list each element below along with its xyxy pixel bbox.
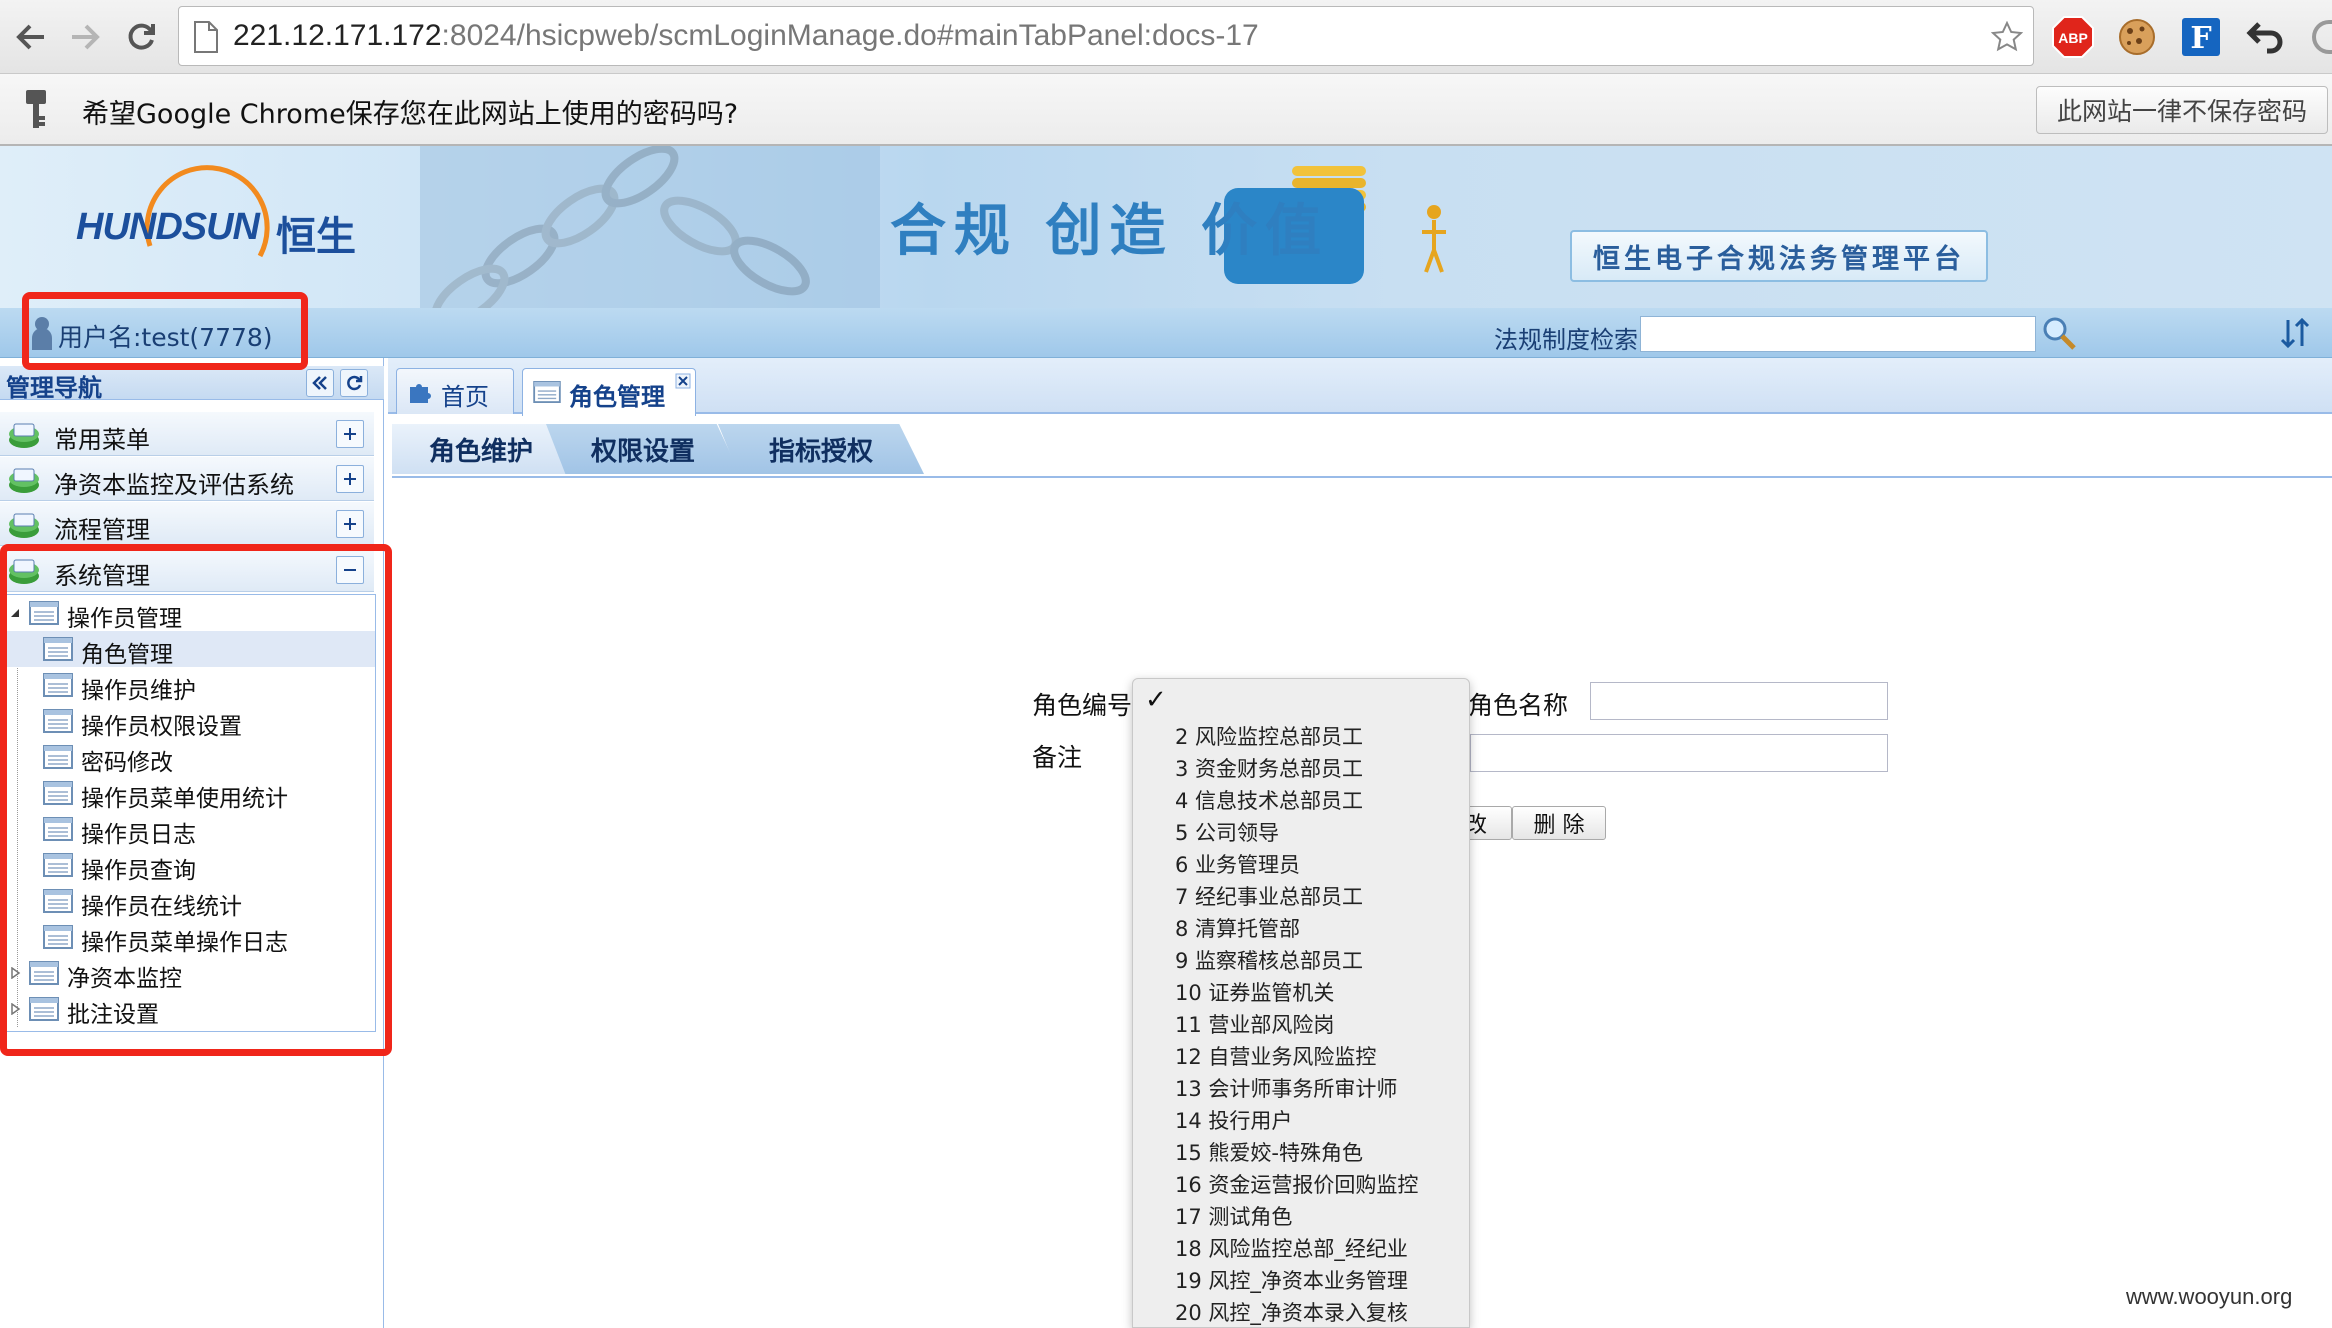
role-name-label: 角色名称 bbox=[1468, 691, 1569, 720]
refresh-icon bbox=[347, 375, 363, 391]
user-bar: 用户名:test(7778) 法规制度检索 bbox=[0, 308, 2332, 358]
folder-db-icon bbox=[9, 468, 39, 493]
subtab-permission-settings[interactable]: 权限设置 bbox=[546, 424, 740, 474]
sort-toggle-icon[interactable] bbox=[2278, 316, 2312, 350]
cookie-icon bbox=[2119, 19, 2155, 55]
nav-section-process[interactable]: 流程管理 bbox=[0, 502, 374, 546]
cookie-extension[interactable] bbox=[2114, 14, 2160, 60]
note-input[interactable] bbox=[1470, 734, 1888, 772]
back-arrow-icon bbox=[16, 24, 44, 50]
dropdown-option[interactable]: 2 风险监控总部员工 bbox=[1175, 721, 1363, 751]
undo-icon bbox=[2246, 22, 2283, 54]
refresh-nav-button[interactable] bbox=[340, 369, 368, 397]
nav-section-common-menu[interactable]: 常用菜单 bbox=[0, 412, 374, 456]
tab-home[interactable]: 首页 bbox=[396, 368, 514, 414]
dropdown-option[interactable]: 8 清算托管部 bbox=[1175, 913, 1300, 943]
folder-db-icon bbox=[9, 513, 39, 538]
subtab-indicator-authorization[interactable]: 指标授权 bbox=[718, 424, 924, 474]
page-icon bbox=[194, 21, 218, 53]
law-search-label: 法规制度检索 bbox=[1494, 326, 1638, 354]
url-path: :8024/hsicpweb/scmLoginManage.do#mainTab… bbox=[441, 19, 1259, 52]
role-id-label: 角色编号 bbox=[1032, 691, 1133, 720]
dropdown-option[interactable]: 11 营业部风险岗 bbox=[1175, 1009, 1334, 1039]
dropdown-option[interactable]: 15 熊爱姣-特殊角色 bbox=[1175, 1137, 1363, 1167]
app-banner: HUNDSUN 恒生 合规 创造 价值 恒生电子合规法务管理平台 bbox=[0, 146, 2332, 308]
watermark: www.wooyun.org bbox=[2126, 1284, 2293, 1309]
dropdown-option[interactable]: 13 会计师事务所审计师 bbox=[1175, 1073, 1397, 1103]
infobar-message: 希望Google Chrome保存您在此网站上使用的密码吗? bbox=[82, 99, 739, 130]
hundsun-logo: HUNDSUN bbox=[76, 206, 260, 248]
sub-tab-strip: 角色维护 权限设置 指标授权 bbox=[392, 424, 2332, 476]
dropdown-option[interactable]: 12 自营业务风险监控 bbox=[1175, 1041, 1376, 1071]
menu-icon[interactable] bbox=[2312, 20, 2332, 54]
hundsun-logo-cn: 恒生 bbox=[276, 214, 356, 260]
annotation-box-username bbox=[22, 292, 308, 370]
dropdown-option[interactable]: 3 资金财务总部员工 bbox=[1175, 753, 1363, 783]
main-tab-strip: 首页 角色管理 bbox=[388, 358, 2332, 416]
url-text: 221.12.171.172:8024/hsicpweb/scmLoginMan… bbox=[233, 19, 1259, 53]
dropdown-option[interactable]: 4 信息技术总部员工 bbox=[1175, 785, 1363, 815]
dropdown-option[interactable]: 20 风控_净资本录入复核 bbox=[1175, 1297, 1408, 1327]
platform-title: 恒生电子合规法务管理平台 bbox=[1570, 230, 1988, 282]
nav-header: 管理导航 bbox=[0, 366, 384, 402]
url-host: 221.12.171.172 bbox=[233, 19, 442, 52]
dropdown-option[interactable]: 10 证券监管机关 bbox=[1175, 977, 1334, 1007]
dropdown-option[interactable]: 9 监察稽核总部员工 bbox=[1175, 945, 1363, 975]
dropdown-option[interactable]: 14 投行用户 bbox=[1175, 1105, 1292, 1135]
tab-label: 首页 bbox=[441, 383, 489, 411]
dropdown-option[interactable]: 19 风控_净资本业务管理 bbox=[1175, 1265, 1408, 1295]
forward-arrow-icon bbox=[72, 24, 100, 50]
nav-title: 管理导航 bbox=[6, 374, 102, 402]
browser-toolbar: 221.12.171.172:8024/hsicpweb/scmLoginMan… bbox=[0, 0, 2332, 74]
star-icon[interactable] bbox=[1991, 21, 2023, 53]
role-id-dropdown[interactable]: ✓ 2 风险监控总部员工 3 资金财务总部员工 4 信息技术总部员工 5 公司领… bbox=[1132, 678, 1470, 1328]
role-name-input[interactable] bbox=[1590, 682, 1888, 720]
key-icon bbox=[26, 90, 46, 128]
subtab-role-maintenance[interactable]: 角色维护 bbox=[392, 424, 570, 474]
nav-section-label: 流程管理 bbox=[54, 516, 150, 544]
password-infobar: 希望Google Chrome保存您在此网站上使用的密码吗? 此网站一律不保存密… bbox=[0, 74, 2332, 146]
puzzle-icon bbox=[410, 384, 431, 403]
check-mark: ✓ bbox=[1145, 685, 1167, 715]
collapse-nav-button[interactable] bbox=[306, 369, 334, 397]
reload-button[interactable] bbox=[118, 14, 164, 60]
annotation-box-system-menu bbox=[0, 544, 392, 1056]
delete-button[interactable]: 删 除 bbox=[1512, 806, 1606, 840]
dropdown-option[interactable]: 17 测试角色 bbox=[1175, 1201, 1292, 1231]
folder-db-icon bbox=[9, 423, 39, 448]
back-button[interactable] bbox=[8, 14, 54, 60]
tab-label: 角色管理 bbox=[569, 383, 665, 411]
note-label: 备注 bbox=[1032, 743, 1083, 772]
dropdown-option[interactable]: 5 公司领导 bbox=[1175, 817, 1279, 847]
dropdown-option[interactable]: 6 业务管理员 bbox=[1175, 849, 1300, 879]
search-icon[interactable] bbox=[2040, 314, 2078, 352]
double-chevron-left-icon bbox=[312, 376, 327, 390]
banner-slogan: 合规 创造 价值 bbox=[890, 198, 1329, 264]
nav-section-label: 常用菜单 bbox=[54, 426, 150, 454]
dropdown-option[interactable]: 18 风险监控总部_经纪业 bbox=[1175, 1233, 1408, 1263]
undo-extension[interactable] bbox=[2242, 14, 2288, 60]
expand-icon[interactable] bbox=[336, 420, 364, 448]
address-bar[interactable]: 221.12.171.172:8024/hsicpweb/scmLoginMan… bbox=[178, 6, 2034, 66]
close-icon[interactable] bbox=[675, 373, 691, 389]
tab-role-management[interactable]: 角色管理 bbox=[522, 368, 696, 416]
nav-section-net-capital[interactable]: 净资本监控及评估系统 bbox=[0, 457, 374, 501]
never-save-password-button[interactable]: 此网站一律不保存密码 bbox=[2036, 86, 2328, 134]
f-label: F bbox=[2190, 21, 2211, 56]
expand-icon[interactable] bbox=[336, 510, 364, 538]
dropdown-option[interactable]: 7 经纪事业总部员工 bbox=[1175, 881, 1363, 911]
abp-icon: ABP bbox=[2052, 16, 2094, 58]
abp-label: ABP bbox=[2058, 30, 2088, 46]
forward-button[interactable] bbox=[62, 14, 108, 60]
nav-section-label: 净资本监控及评估系统 bbox=[54, 471, 294, 499]
abp-extension[interactable]: ABP bbox=[2050, 14, 2096, 60]
dropdown-option[interactable]: 16 资金运营报价回购监控 bbox=[1175, 1169, 1418, 1199]
law-search-input[interactable] bbox=[1640, 316, 2036, 352]
f-icon: F bbox=[2182, 18, 2220, 56]
f-extension[interactable]: F bbox=[2178, 14, 2224, 60]
list-icon bbox=[533, 381, 561, 403]
reload-icon bbox=[128, 23, 155, 50]
expand-icon[interactable] bbox=[336, 465, 364, 493]
